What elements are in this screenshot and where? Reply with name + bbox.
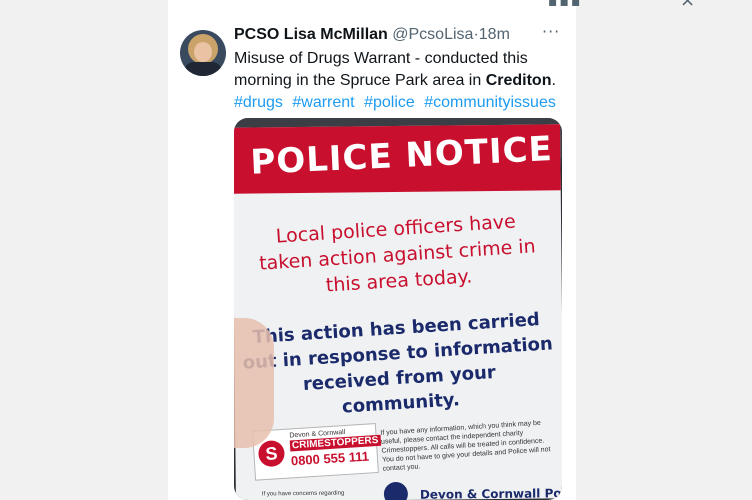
tweet-text: Misuse of Drugs Warrant - conducted this… bbox=[234, 50, 556, 89]
police-crest-icon bbox=[383, 481, 409, 500]
notice-blue-message: This action has been carried out in resp… bbox=[242, 309, 554, 418]
tweet-header: PCSO Lisa McMillan @PcsoLisa·18m bbox=[234, 26, 510, 44]
notice-footer: Devon & Cornwall Poli bbox=[419, 486, 562, 500]
more-icon[interactable]: ··· bbox=[542, 22, 560, 41]
author-name[interactable]: PCSO Lisa McMillan bbox=[234, 26, 388, 43]
crimestoppers-icon: S bbox=[257, 439, 286, 468]
hashtags: #drugs #warrent #police #communityissues bbox=[234, 92, 561, 114]
hashtag-link[interactable]: #police bbox=[364, 94, 415, 111]
tweet-photo[interactable]: POLICE NOTICE Local police officers have… bbox=[234, 118, 562, 500]
hashtag-link[interactable]: #communityissues bbox=[424, 94, 556, 111]
timestamp[interactable]: 18m bbox=[479, 26, 510, 43]
hashtag-link[interactable]: #warrent bbox=[292, 94, 354, 111]
share-icon[interactable]: ▪▪▪ bbox=[548, 0, 582, 10]
background-right bbox=[576, 0, 752, 500]
notice-bottom-text: If you have concerns regarding bbox=[261, 490, 345, 498]
notice-banner: POLICE NOTICE bbox=[234, 124, 561, 194]
crimestoppers-phone: 0800 555 111 bbox=[290, 448, 370, 469]
notice-red-message: Local police officers have taken action … bbox=[258, 210, 537, 297]
notice-fine-print: If you have any information, which you t… bbox=[380, 419, 551, 473]
police-notice-paper: POLICE NOTICE Local police officers have… bbox=[234, 124, 562, 500]
author-handle[interactable]: @PcsoLisa bbox=[392, 26, 473, 43]
background-left bbox=[0, 0, 168, 500]
crimestoppers-logo: S Devon & Cornwall CRIMESTOPPERS 0800 55… bbox=[252, 423, 381, 481]
tweet[interactable]: PCSO Lisa McMillan @PcsoLisa·18m ··· Mis… bbox=[168, 12, 576, 500]
close-icon[interactable]: × bbox=[680, 0, 695, 11]
avatar[interactable] bbox=[180, 30, 226, 76]
hand-thumb bbox=[234, 318, 274, 448]
hashtag-link[interactable]: #drugs bbox=[234, 94, 283, 111]
notice-title: POLICE NOTICE bbox=[249, 129, 554, 183]
